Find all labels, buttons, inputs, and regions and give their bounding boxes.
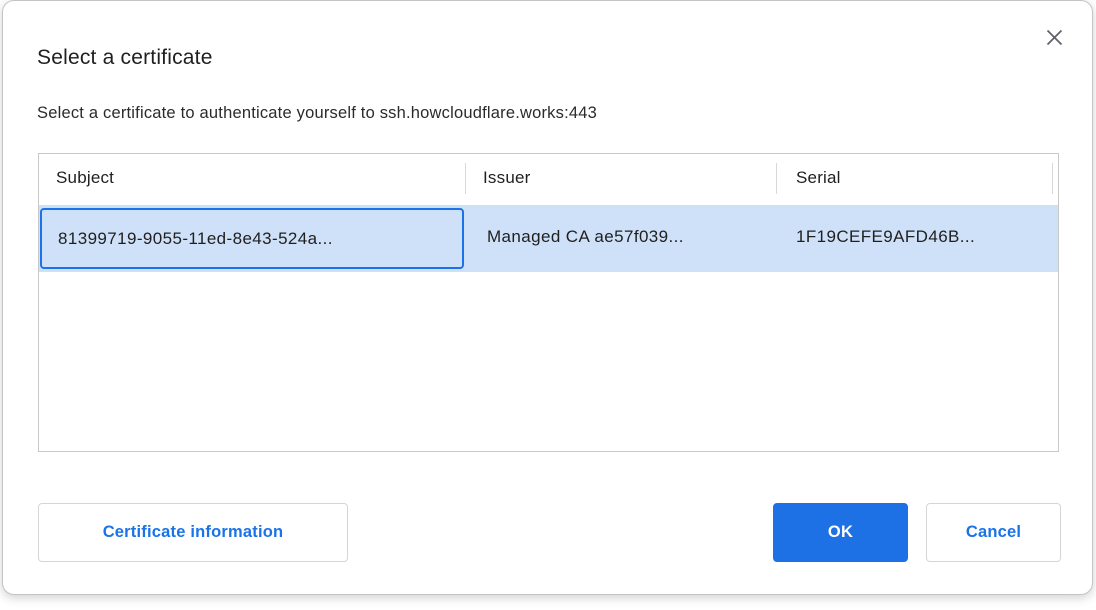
table-header-row: Subject Issuer Serial (39, 154, 1058, 205)
column-divider (776, 163, 777, 194)
close-icon (1046, 29, 1063, 46)
certificate-list: Subject Issuer Serial 81399719-9055-11ed… (38, 153, 1059, 452)
column-header-serial: Serial (796, 168, 841, 188)
cell-issuer[interactable]: Managed CA ae57f039... (487, 205, 684, 269)
column-header-issuer: Issuer (483, 168, 531, 188)
column-divider (465, 163, 466, 194)
cancel-button[interactable]: Cancel (926, 503, 1061, 562)
close-button[interactable] (1040, 23, 1068, 51)
column-divider (1052, 163, 1053, 194)
column-header-subject: Subject (56, 168, 114, 188)
certificate-row-selected[interactable]: 81399719-9055-11ed-8e43-524a... Managed … (39, 205, 1058, 272)
cell-subject[interactable]: 81399719-9055-11ed-8e43-524a... (40, 208, 464, 269)
select-certificate-dialog: Select a certificate Select a certificat… (2, 0, 1093, 595)
certificate-information-button[interactable]: Certificate information (38, 503, 348, 562)
ok-button[interactable]: OK (773, 503, 908, 562)
cell-serial[interactable]: 1F19CEFE9AFD46B... (796, 205, 975, 269)
dialog-subtitle: Select a certificate to authenticate you… (37, 104, 597, 123)
dialog-title: Select a certificate (37, 46, 213, 70)
